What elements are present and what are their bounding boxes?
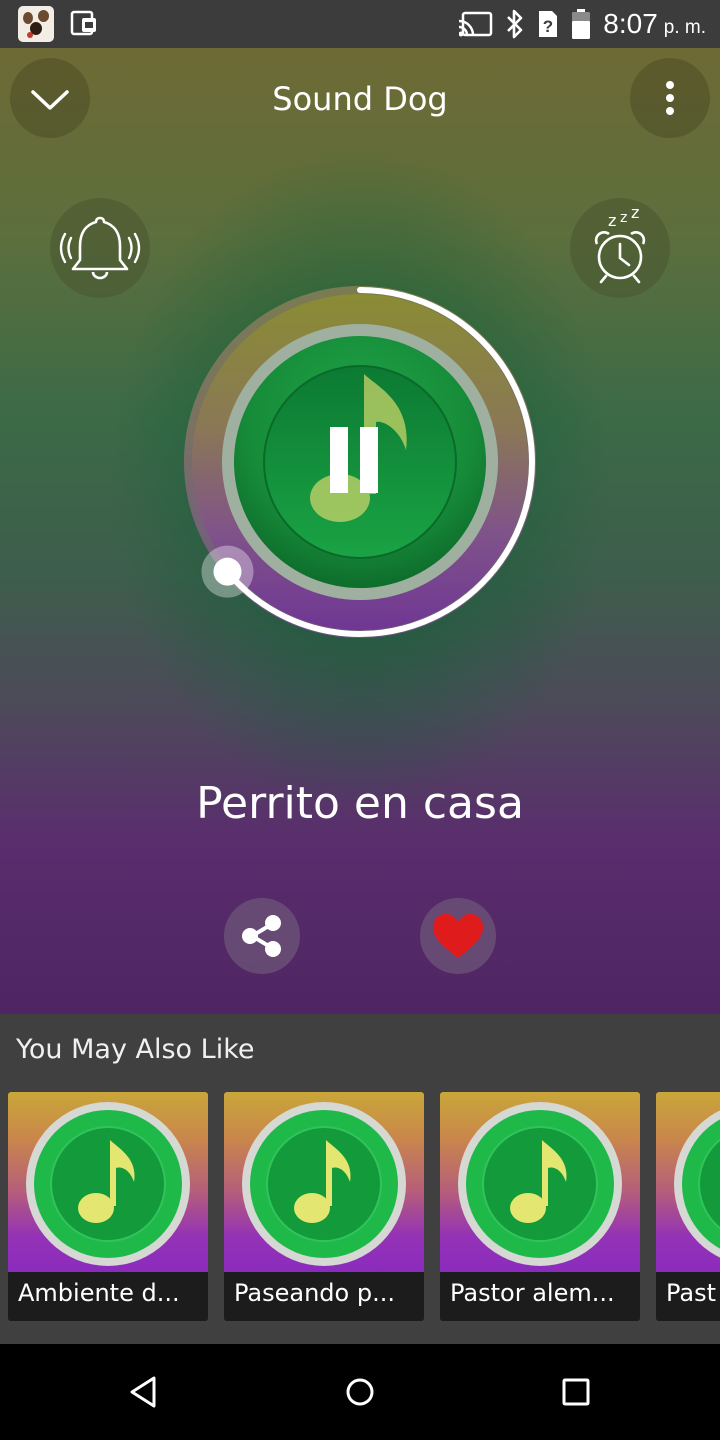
dog-app-notification-icon <box>18 6 54 42</box>
card-label: Paseando p... <box>224 1272 424 1321</box>
share-button[interactable] <box>224 898 300 974</box>
sleep-alarm-clock-icon: z z z <box>594 203 646 284</box>
screen-notification-icon <box>70 10 96 36</box>
favorite-button[interactable] <box>420 898 496 974</box>
sleep-timer-button[interactable]: z z z <box>570 198 670 298</box>
seek-thumb[interactable] <box>213 557 242 586</box>
svg-text:z: z <box>608 211 616 230</box>
recommendation-card[interactable]: Pastor alem... <box>440 1092 640 1321</box>
more-options-button[interactable] <box>630 58 710 138</box>
svg-text:z: z <box>620 210 627 226</box>
status-bar: ? 8:07 p. m. <box>0 0 720 48</box>
home-icon[interactable] <box>342 1374 378 1410</box>
music-note-icon <box>458 1102 622 1266</box>
card-artwork <box>8 1092 208 1272</box>
recommendation-card[interactable]: Past <box>656 1092 720 1321</box>
play-pause-button[interactable] <box>320 422 400 502</box>
music-note-icon <box>674 1110 720 1258</box>
recents-icon[interactable] <box>558 1374 594 1410</box>
cast-icon <box>459 11 493 37</box>
card-label: Past <box>656 1272 720 1321</box>
alarm-button[interactable] <box>50 198 150 298</box>
card-artwork <box>224 1092 424 1272</box>
recommendations-section: You May Also Like Ambiente d... Paseando… <box>0 1014 720 1344</box>
music-note-icon <box>242 1102 406 1266</box>
music-note-icon <box>26 1102 190 1266</box>
player-panel: Sound Dog z z z Perrito en casa <box>0 48 720 1014</box>
more-vert-icon <box>666 81 674 115</box>
card-label: Ambiente d... <box>8 1272 208 1321</box>
card-label: Pastor alem... <box>440 1272 640 1321</box>
battery-icon <box>572 9 591 39</box>
song-title: Perrito en casa <box>196 778 524 829</box>
status-ampm: p. m. <box>663 17 706 38</box>
card-artwork <box>656 1092 720 1272</box>
share-icon <box>242 915 281 957</box>
pause-icon <box>330 427 378 493</box>
back-icon[interactable] <box>126 1374 162 1410</box>
recommendation-card[interactable]: Ambiente d... <box>8 1092 208 1321</box>
no-sim-icon: ? <box>539 11 558 37</box>
svg-text:?: ? <box>543 17 553 36</box>
heart-icon <box>433 914 483 958</box>
recommendations-title: You May Also Like <box>16 1034 255 1065</box>
svg-text:z: z <box>631 203 639 222</box>
page-title: Sound Dog <box>272 80 448 118</box>
ringing-bell-icon <box>59 216 141 280</box>
bluetooth-icon <box>507 9 523 39</box>
recommendation-card[interactable]: Paseando p... <box>224 1092 424 1321</box>
play-disc <box>180 282 540 642</box>
status-time: 8:07 <box>603 8 658 39</box>
card-artwork <box>440 1092 640 1272</box>
system-navigation-bar <box>0 1344 720 1440</box>
